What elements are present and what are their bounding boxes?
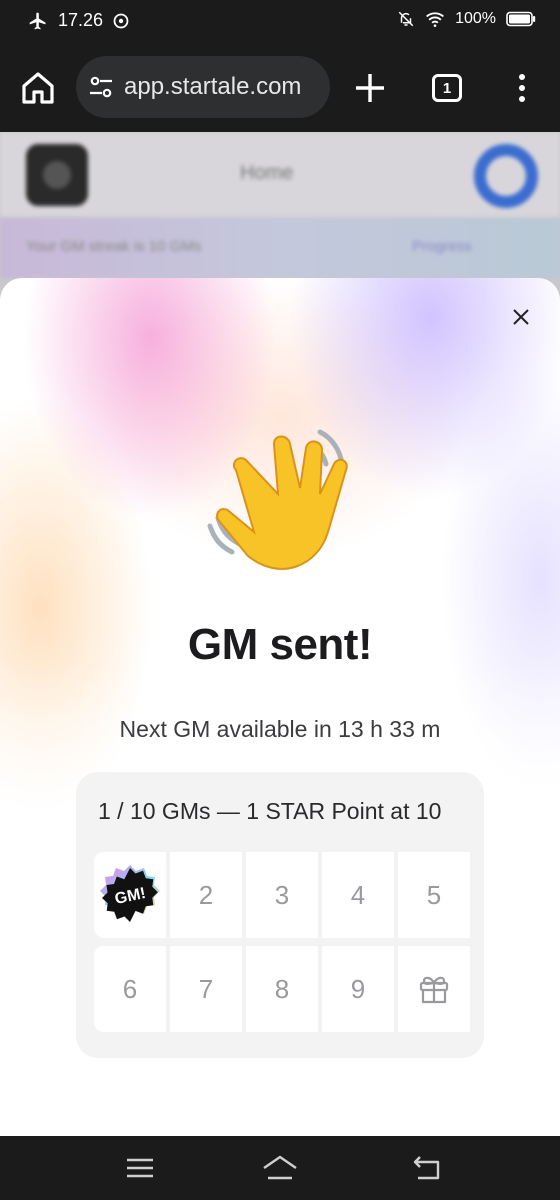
banner-text: Your GM streak is 10 GMs xyxy=(26,238,202,255)
status-bar: 17.26 100% xyxy=(0,0,560,44)
day-cell-5: 5 xyxy=(398,852,470,938)
progress-title: 1 / 10 GMs — 1 STAR Point at 10 xyxy=(98,798,442,824)
day-cell-8: 8 xyxy=(246,946,318,1032)
tab-count: 1 xyxy=(442,79,452,97)
day-cell-9: 9 xyxy=(322,946,394,1032)
gm-badge-icon: GM! xyxy=(100,865,160,922)
home-icon[interactable] xyxy=(20,70,56,106)
battery-icon xyxy=(506,11,536,27)
page-title: Home xyxy=(240,162,294,184)
day-row-2: 6 7 8 9 xyxy=(94,946,470,1032)
screen: 17.26 100% app.startale.com 1 Home Your … xyxy=(0,0,560,1200)
modal-title: GM sent! xyxy=(187,620,373,669)
url-bar[interactable]: app.startale.com xyxy=(76,56,330,118)
battery-percent: 100% xyxy=(455,10,496,27)
url-text: app.startale.com xyxy=(124,73,302,100)
recents-icon[interactable] xyxy=(125,1154,155,1182)
site-settings-icon[interactable] xyxy=(88,74,114,100)
day-cell-10 xyxy=(398,946,470,1032)
page-header: Home xyxy=(0,132,560,218)
status-time: 17.26 xyxy=(58,10,104,30)
page-banner: Your GM streak is 10 GMs Progress xyxy=(0,218,560,278)
plus-icon[interactable] xyxy=(352,70,388,106)
app-logo xyxy=(26,144,88,206)
gift-icon xyxy=(419,976,449,1004)
gm-progress-card: 1 / 10 GMs — 1 STAR Point at 10 GM! 2 3 … xyxy=(76,772,484,1058)
day-cell-3: 3 xyxy=(246,852,318,938)
settings-badge-icon xyxy=(113,13,129,28)
day-cell-7: 7 xyxy=(170,946,242,1032)
system-nav-bar xyxy=(0,1136,560,1200)
waving-hand-icon xyxy=(207,429,348,570)
avatar xyxy=(474,144,538,208)
day-cell-2: 2 xyxy=(170,852,242,938)
day-row-1: GM! 2 3 4 5 xyxy=(94,852,470,938)
next-gm-countdown: Next GM available in 13 h 33 m xyxy=(119,716,441,742)
back-icon[interactable] xyxy=(412,1154,442,1182)
tabs-button[interactable]: 1 xyxy=(432,74,462,102)
gm-modal: GM sent! Next GM available in 13 h 33 m … xyxy=(0,278,560,1136)
home-nav-icon[interactable] xyxy=(262,1154,298,1182)
day-cell-4: 4 xyxy=(322,852,394,938)
airplane-icon xyxy=(29,12,46,29)
day-cell-1: GM! xyxy=(94,852,166,938)
mute-icon xyxy=(398,11,414,27)
more-vert-icon[interactable] xyxy=(508,70,536,106)
wifi-icon xyxy=(426,12,445,27)
close-icon[interactable] xyxy=(508,304,534,330)
banner-link: Progress xyxy=(412,238,473,255)
day-cell-6: 6 xyxy=(94,946,166,1032)
browser-toolbar: app.startale.com 1 xyxy=(0,44,560,132)
